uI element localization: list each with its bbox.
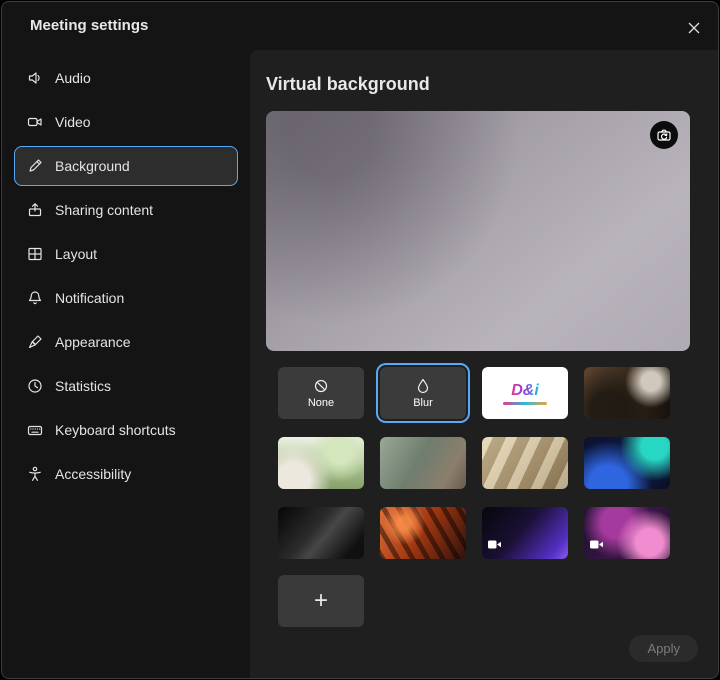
video-camera-badge — [590, 536, 603, 554]
paintbrush-icon — [26, 333, 44, 351]
sidebar-item-keyboard-shortcuts[interactable]: Keyboard shortcuts — [14, 410, 238, 450]
sidebar-item-label: Audio — [55, 70, 91, 86]
share-icon — [26, 201, 44, 219]
sidebar-item-video[interactable]: Video — [14, 102, 238, 142]
background-tile-blur[interactable]: Blur — [380, 367, 466, 419]
sidebar-item-label: Video — [55, 114, 91, 130]
sidebar-item-appearance[interactable]: Appearance — [14, 322, 238, 362]
keyboard-icon — [26, 421, 44, 439]
close-icon — [687, 21, 701, 35]
sidebar-item-background[interactable]: Background — [14, 146, 238, 186]
sidebar-item-label: Statistics — [55, 378, 111, 394]
add-tile-row: + — [278, 575, 702, 627]
background-tile-blurred-green[interactable] — [380, 437, 466, 489]
background-tile-living-room[interactable] — [278, 437, 364, 489]
flip-camera-icon — [655, 126, 673, 144]
logo-text: D&i — [511, 382, 539, 400]
blur-drop-icon — [414, 377, 432, 395]
apply-button[interactable]: Apply — [629, 635, 698, 662]
sidebar-item-label: Layout — [55, 246, 97, 262]
plus-icon: + — [314, 589, 328, 613]
background-tile-purple-video[interactable] — [482, 507, 568, 559]
background-tile-none[interactable]: None — [278, 367, 364, 419]
sidebar-item-label: Background — [55, 158, 130, 174]
add-background-button[interactable]: + — [278, 575, 364, 627]
virtual-background-panel: Virtual background None Blur D&i — [250, 50, 718, 678]
pen-icon — [26, 157, 44, 175]
video-camera-badge — [488, 536, 501, 554]
panel-heading: Virtual background — [266, 74, 702, 95]
camera-preview — [266, 111, 690, 351]
sidebar-item-label: Notification — [55, 290, 124, 306]
sidebar-item-label: Accessibility — [55, 466, 131, 482]
sidebar-item-statistics[interactable]: Statistics — [14, 366, 238, 406]
sidebar-item-notification[interactable]: Notification — [14, 278, 238, 318]
tile-label: None — [308, 397, 334, 409]
background-tile-magenta-video[interactable] — [584, 507, 670, 559]
accessibility-person-icon — [26, 465, 44, 483]
camera-icon — [26, 113, 44, 131]
meeting-settings-dialog: Meeting settings Audio Video Background … — [1, 1, 719, 679]
sidebar-item-sharing-content[interactable]: Sharing content — [14, 190, 238, 230]
background-tile-dark-silk[interactable] — [278, 507, 364, 559]
settings-sidebar: Audio Video Background Sharing content L… — [2, 54, 250, 498]
background-tile-lava[interactable] — [380, 507, 466, 559]
flip-camera-button[interactable] — [650, 121, 678, 149]
video-badge-icon — [590, 540, 603, 549]
layout-grid-icon — [26, 245, 44, 263]
sidebar-item-label: Keyboard shortcuts — [55, 422, 176, 438]
logo-squiggle — [503, 402, 547, 405]
sidebar-item-audio[interactable]: Audio — [14, 58, 238, 98]
none-icon — [312, 377, 330, 395]
dialog-title: Meeting settings — [30, 17, 148, 34]
background-tile-window-shadow[interactable] — [482, 437, 568, 489]
video-badge-icon — [488, 540, 501, 549]
bell-icon — [26, 289, 44, 307]
sidebar-item-label: Sharing content — [55, 202, 153, 218]
close-button[interactable] — [682, 16, 706, 40]
background-tile-grid: None Blur D&i — [278, 367, 702, 559]
sidebar-item-accessibility[interactable]: Accessibility — [14, 454, 238, 494]
background-tile-logo[interactable]: D&i — [482, 367, 568, 419]
gauge-icon — [26, 377, 44, 395]
sidebar-item-layout[interactable]: Layout — [14, 234, 238, 274]
background-tile-office[interactable] — [584, 367, 670, 419]
sidebar-item-label: Appearance — [55, 334, 131, 350]
speaker-icon — [26, 69, 44, 87]
background-tile-teal-abstract[interactable] — [584, 437, 670, 489]
tile-label: Blur — [413, 397, 433, 409]
